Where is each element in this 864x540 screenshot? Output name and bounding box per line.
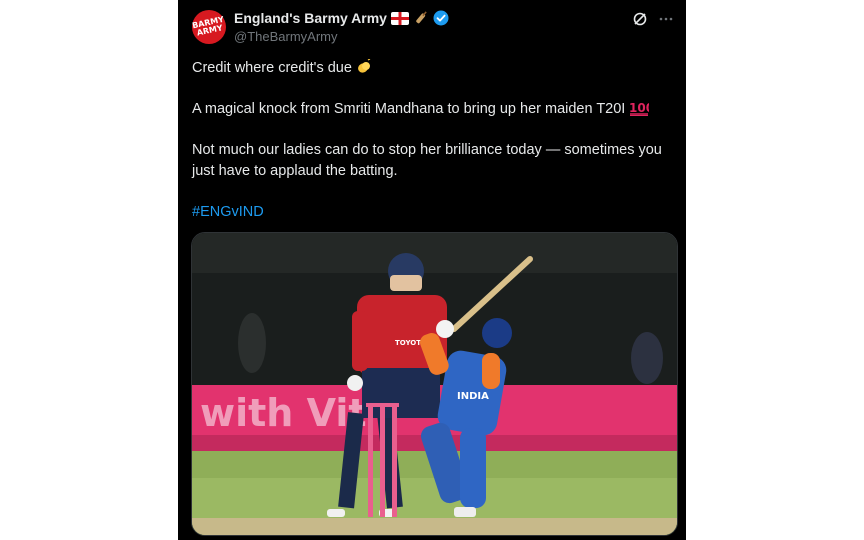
- england-flag-icon: [390, 11, 409, 25]
- tweet-photo[interactable]: with Vit TOYOTA INDIA: [191, 232, 678, 536]
- tweet-line: Not much our ladies can do to stop her b…: [192, 142, 662, 179]
- tweet-actions-top: [632, 11, 674, 27]
- more-options-icon[interactable]: [658, 11, 674, 27]
- tweet-line: Credit where credit's due: [192, 58, 672, 79]
- tweet-line-text: Credit where credit's due: [192, 60, 352, 76]
- shirt-text: INDIA: [457, 391, 489, 402]
- verified-badge-icon[interactable]: [433, 10, 449, 26]
- author-row: England's Barmy Army: [234, 10, 449, 26]
- tweet-line: A magical knock from Smriti Mandhana to …: [192, 99, 672, 120]
- grok-icon[interactable]: [632, 11, 648, 27]
- cricket-photo: with Vit TOYOTA INDIA: [192, 233, 677, 535]
- banner-text: with Vit: [200, 391, 367, 435]
- cricket-bat-icon: [416, 11, 427, 24]
- svg-text:100: 100: [629, 101, 649, 115]
- tweet-line-text: A magical knock from Smriti Mandhana to …: [192, 101, 626, 117]
- stumps: [366, 403, 399, 517]
- display-name[interactable]: England's Barmy Army: [234, 10, 387, 26]
- avatar-logo-text: BARMY ARMY: [191, 14, 225, 38]
- avatar[interactable]: BARMY ARMY: [191, 10, 226, 44]
- hashtag-link[interactable]: #ENGvIND: [192, 204, 264, 220]
- tweet-card[interactable]: BARMY ARMY England's Barmy Army @TheBarm…: [178, 0, 686, 540]
- handle[interactable]: @TheBarmyArmy: [234, 29, 338, 44]
- tweet-line: #ENGvIND: [192, 202, 672, 223]
- clapping-hands-icon: [358, 58, 371, 73]
- hundred-points-icon: 100: [629, 101, 654, 117]
- tweet-text: Credit where credit's due A magical knoc…: [192, 58, 672, 243]
